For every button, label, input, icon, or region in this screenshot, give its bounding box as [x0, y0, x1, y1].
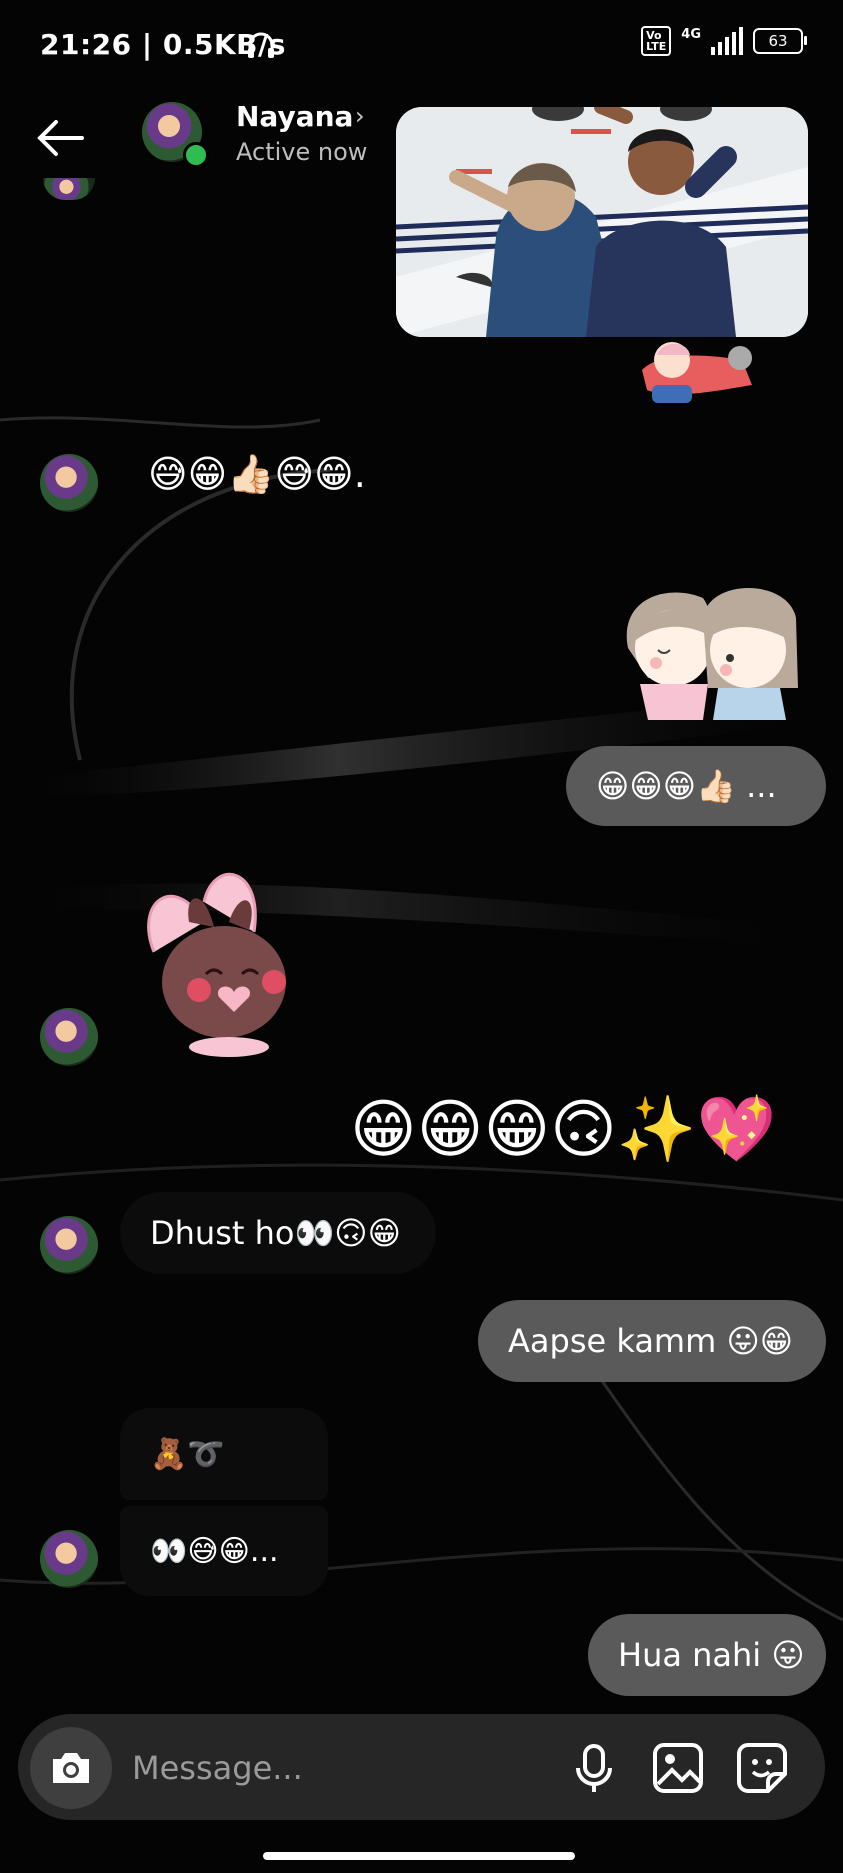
- home-indicator[interactable]: [263, 1852, 575, 1860]
- camera-icon: [53, 1753, 89, 1783]
- microphone-icon[interactable]: [566, 1740, 622, 1796]
- sticker-bunny[interactable]: [134, 862, 304, 1058]
- battery-icon: 63: [753, 28, 807, 54]
- sticker-couple-flying[interactable]: [632, 330, 782, 410]
- network-type: 4G: [681, 26, 701, 42]
- message-composer: [18, 1714, 825, 1820]
- headphones-icon: [248, 32, 274, 58]
- video-pip[interactable]: [396, 107, 808, 337]
- contact-name[interactable]: Nayana: [236, 100, 353, 133]
- status-bar: 21:26 | 0.5KB/s Vo LTE 4G 63: [0, 0, 843, 90]
- incoming-message[interactable]: 😅😁👍🏻😅😁.: [148, 452, 366, 496]
- sender-avatar[interactable]: [40, 454, 98, 512]
- incoming-message[interactable]: 👀😅😁...: [120, 1506, 328, 1596]
- outgoing-message[interactable]: Hua nahi 😛: [588, 1614, 826, 1696]
- contact-status: Active now: [236, 138, 368, 166]
- sender-avatar[interactable]: [40, 1530, 98, 1588]
- volte-badge: Vo LTE: [641, 26, 672, 56]
- incoming-message[interactable]: 🧸➰: [120, 1408, 328, 1500]
- sticker-icon[interactable]: [734, 1740, 790, 1796]
- outgoing-message[interactable]: 😁😁😁👍🏻 ...: [566, 746, 826, 826]
- camera-button[interactable]: [30, 1727, 112, 1809]
- online-indicator: [183, 142, 209, 168]
- outgoing-emoji-message[interactable]: 😁😁😁🙃✨💖: [350, 1092, 776, 1168]
- video-frame-image: [396, 107, 808, 337]
- gallery-icon[interactable]: [650, 1740, 706, 1796]
- signal-icon: [711, 27, 743, 55]
- incoming-message[interactable]: Dhust ho👀🙃😁: [120, 1192, 436, 1274]
- chevron-right-icon[interactable]: ›: [355, 102, 365, 130]
- back-arrow-icon[interactable]: [34, 118, 86, 158]
- sticker-kiss-couple[interactable]: [608, 578, 813, 720]
- outgoing-message[interactable]: Aapse kamm 😛😁: [478, 1300, 826, 1382]
- message-input[interactable]: [130, 1742, 534, 1794]
- sender-avatar[interactable]: [40, 1008, 98, 1066]
- battery-level: 63: [768, 32, 788, 50]
- sender-avatar[interactable]: [40, 1216, 98, 1274]
